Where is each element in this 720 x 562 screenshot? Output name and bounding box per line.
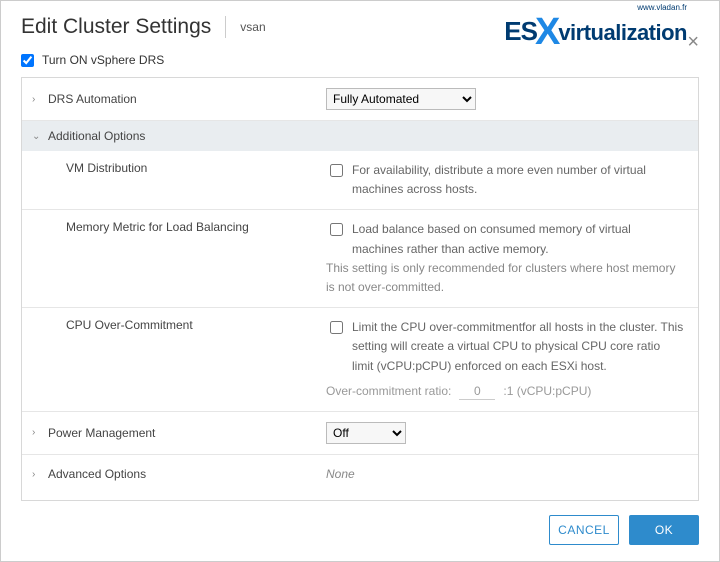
turn-on-drs-row: Turn ON vSphere DRS — [3, 49, 717, 77]
turn-on-drs-checkbox[interactable] — [21, 54, 34, 67]
turn-on-drs-label: Turn ON vSphere DRS — [42, 53, 164, 67]
logo-virt: virtualization — [558, 20, 687, 46]
cpu-overcommit-row: CPU Over-Commitment Limit the CPU over-c… — [22, 308, 698, 412]
advanced-options-label: Advanced Options — [48, 467, 146, 481]
memory-metric-checkbox[interactable] — [330, 223, 343, 236]
overcommit-ratio-line: Over-commitment ratio: :1 (vCPU:pCPU) — [326, 382, 684, 401]
advanced-options-header[interactable]: › Advanced Options — [22, 455, 322, 494]
chevron-right-icon: › — [32, 94, 42, 105]
vm-distribution-desc: For availability, distribute a more even… — [352, 161, 684, 199]
drs-automation-row: › DRS Automation Fully Automated — [22, 78, 698, 121]
drs-automation-header[interactable]: › DRS Automation — [22, 78, 322, 120]
vm-distribution-value: For availability, distribute a more even… — [322, 151, 698, 209]
dialog-title: Edit Cluster Settings — [21, 15, 211, 39]
additional-options-header[interactable]: ⌄ Additional Options — [22, 121, 698, 151]
drs-automation-select[interactable]: Fully Automated — [326, 88, 476, 110]
power-management-value: Off — [322, 412, 698, 454]
dialog-header: Edit Cluster Settings vsan www.vladan.fr… — [3, 3, 717, 49]
edit-cluster-dialog: Edit Cluster Settings vsan www.vladan.fr… — [0, 0, 720, 562]
vm-distribution-row: VM Distribution For availability, distri… — [22, 151, 698, 210]
drs-automation-value: Fully Automated — [322, 78, 698, 120]
cpu-overcommit-checkbox[interactable] — [330, 321, 343, 334]
vm-distribution-checkbox[interactable] — [330, 164, 343, 177]
memory-metric-row: Memory Metric for Load Balancing Load ba… — [22, 210, 698, 308]
ratio-input[interactable] — [459, 383, 495, 400]
chevron-right-icon: › — [32, 427, 42, 438]
memory-metric-value: Load balance based on consumed memory of… — [322, 210, 698, 307]
power-management-header[interactable]: › Power Management — [22, 412, 322, 454]
settings-panel: › DRS Automation Fully Automated ⌄ Addit… — [21, 77, 699, 501]
cpu-overcommit-desc: Limit the CPU over-commitmentfor all hos… — [352, 318, 684, 376]
cancel-button[interactable]: CANCEL — [549, 515, 619, 545]
drs-automation-label: DRS Automation — [48, 92, 137, 106]
chevron-down-icon: ⌄ — [32, 131, 42, 142]
advanced-options-value: None — [322, 455, 698, 494]
close-icon[interactable]: × — [687, 31, 699, 54]
ratio-label: Over-commitment ratio: — [326, 382, 451, 401]
header-separator — [225, 16, 226, 38]
cpu-overcommit-label: CPU Over-Commitment — [22, 308, 322, 411]
memory-metric-desc: Load balance based on consumed memory of… — [352, 220, 684, 258]
memory-metric-hint: This setting is only recommended for clu… — [326, 259, 684, 297]
power-management-row: › Power Management Off — [22, 412, 698, 455]
logo-subtext: www.vladan.fr — [637, 3, 687, 12]
chevron-right-icon: › — [32, 469, 42, 480]
esx-virtualization-logo: www.vladan.fr ES X virtualization — [504, 7, 687, 50]
logo-x: X — [535, 11, 560, 54]
ratio-suffix: :1 (vCPU:pCPU) — [503, 382, 591, 401]
cpu-overcommit-value: Limit the CPU over-commitmentfor all hos… — [322, 308, 698, 411]
advanced-options-row: › Advanced Options None — [22, 455, 698, 494]
logo-es: ES — [504, 16, 537, 47]
ok-button[interactable]: OK — [629, 515, 699, 545]
power-management-select[interactable]: Off — [326, 422, 406, 444]
additional-options-label: Additional Options — [48, 129, 145, 143]
vm-distribution-label: VM Distribution — [22, 151, 322, 209]
cluster-name: vsan — [240, 20, 265, 34]
power-management-label: Power Management — [48, 426, 155, 440]
memory-metric-label: Memory Metric for Load Balancing — [22, 210, 322, 307]
dialog-footer: CANCEL OK — [3, 501, 717, 559]
